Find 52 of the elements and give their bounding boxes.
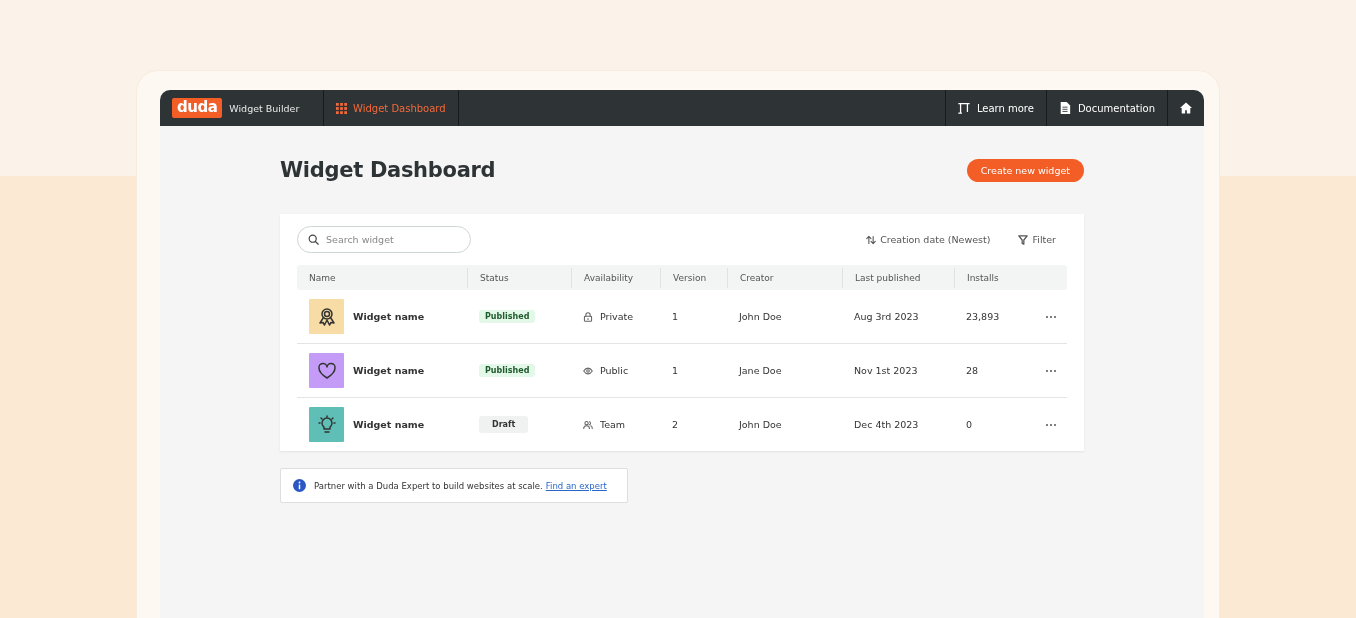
column-header: Name	[308, 271, 337, 285]
install-count: 28	[966, 365, 979, 376]
widget-name: Widget name	[353, 419, 425, 430]
status-tag: Published	[479, 364, 536, 377]
column-header: Version	[660, 267, 727, 288]
version-number: 1	[672, 365, 679, 376]
info-message: Partner with a Duda Expert to build websites at scale.	[314, 480, 543, 491]
find-expert-link[interactable]: Find an expert	[545, 480, 607, 491]
version-number: 2	[672, 419, 679, 430]
search-icon	[308, 234, 319, 245]
page-title: Widget Dashboard	[280, 158, 496, 182]
column-header: Availability	[571, 267, 660, 288]
sort-button[interactable]: Creation date (Newest)	[866, 234, 991, 245]
publish-date: Aug 3rd 2023	[854, 311, 919, 322]
column-header: Creator	[727, 267, 842, 288]
column-header: Status	[467, 267, 571, 288]
grid-icon	[336, 102, 347, 114]
filter-icon	[1018, 234, 1029, 245]
nav-link[interactable]: Learn more	[944, 90, 1046, 126]
nav-link[interactable]: Documentation	[1045, 90, 1167, 126]
availability-label: Private	[600, 311, 634, 322]
column-header: Last published	[842, 267, 954, 288]
creator-name: Jane Doe	[739, 365, 782, 376]
info-icon	[293, 479, 306, 492]
ribbon-badge-icon	[316, 306, 337, 327]
eye-icon	[583, 365, 593, 376]
home-icon	[1180, 102, 1192, 114]
filter-button[interactable]: Filter	[1018, 234, 1056, 245]
nav-tab[interactable]: Widget Dashboard	[324, 90, 459, 126]
document-icon	[1058, 102, 1071, 114]
install-count: 23,893	[966, 311, 1000, 322]
publish-date: Nov 1st 2023	[854, 365, 918, 376]
publish-date: Dec 4th 2023	[854, 419, 919, 430]
availability-label: Public	[600, 365, 629, 376]
people-icon	[583, 419, 593, 430]
search-field[interactable]: Search widget	[297, 226, 471, 253]
version-number: 1	[672, 311, 679, 322]
lock-icon	[583, 311, 593, 322]
sort-icon	[866, 234, 877, 245]
status-tag: Draft	[479, 416, 529, 433]
column-header: Installs	[954, 267, 1030, 288]
lightbulb-icon	[316, 414, 337, 435]
signpost-icon	[957, 102, 970, 114]
availability-label: Team	[600, 419, 626, 430]
creator-name: John Doe	[739, 419, 782, 430]
heart-icon	[316, 360, 337, 381]
creator-name: John Doe	[739, 311, 782, 322]
widget-name: Widget name	[353, 311, 425, 322]
install-count: 0	[966, 419, 973, 430]
status-tag: Published	[479, 310, 536, 323]
product-name: Widget Builder	[229, 102, 300, 114]
widget-name: Widget name	[353, 365, 425, 376]
